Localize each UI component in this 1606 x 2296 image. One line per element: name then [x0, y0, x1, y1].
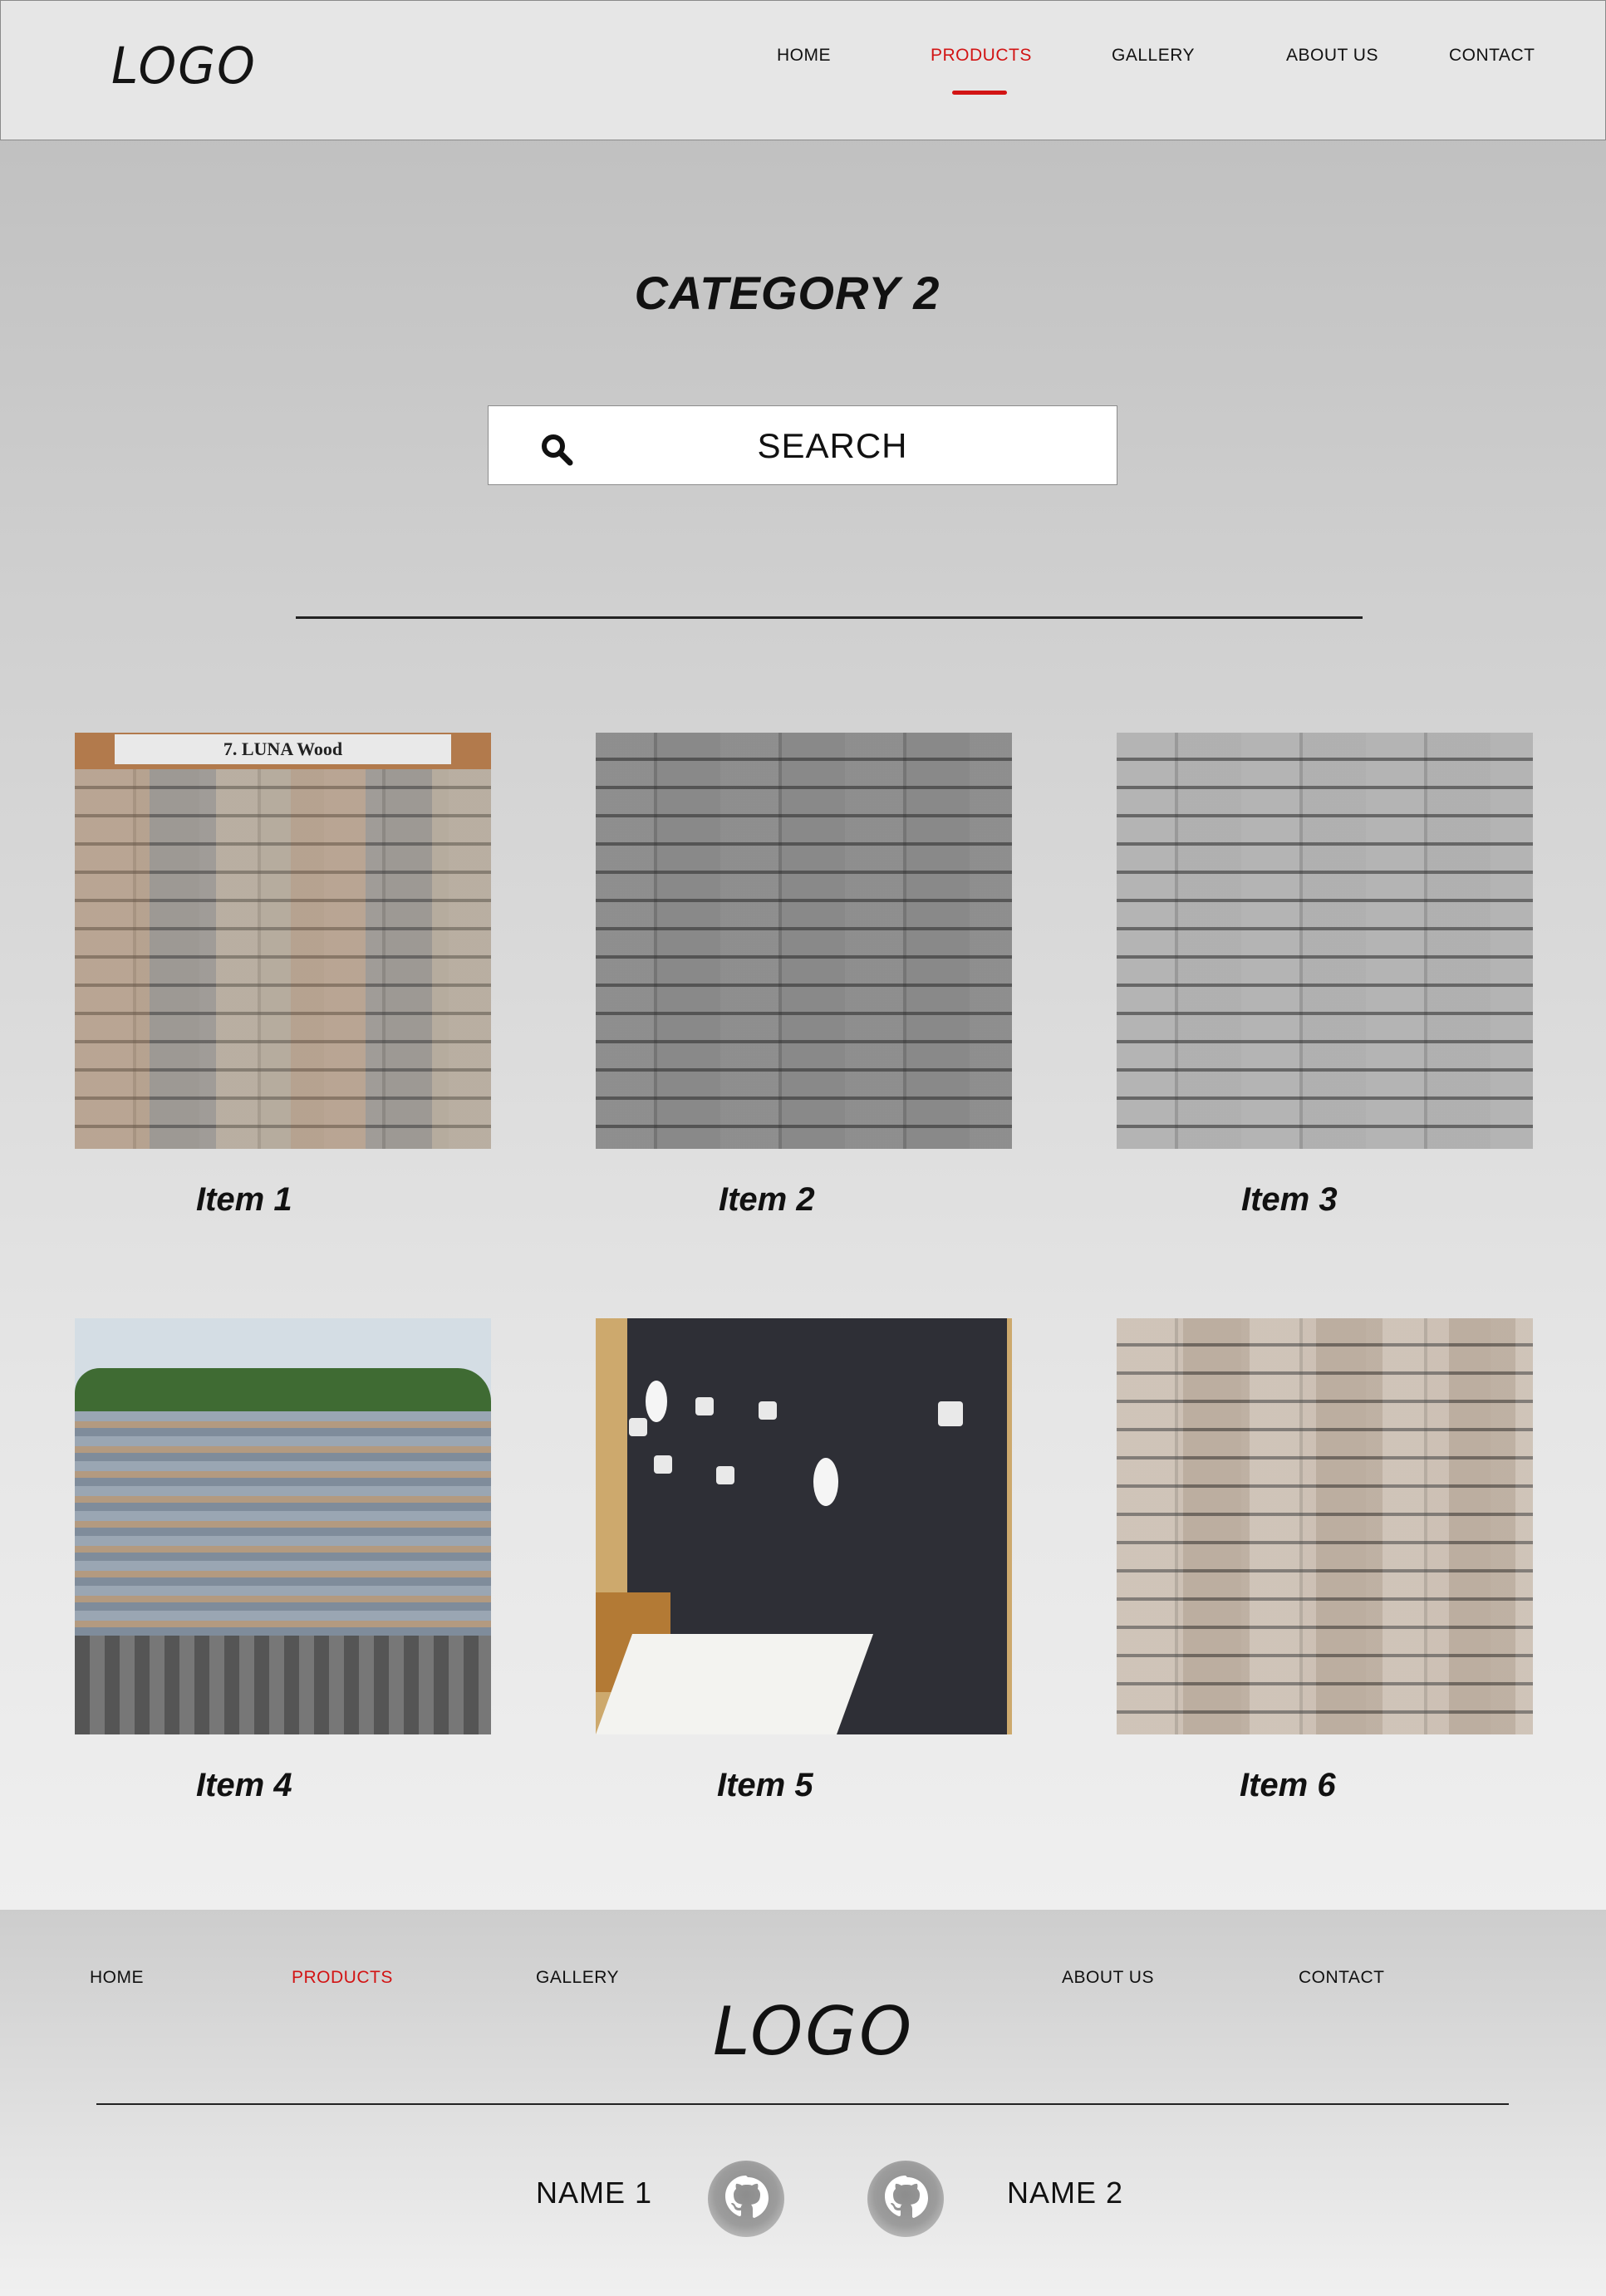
active-nav-indicator — [952, 91, 1007, 95]
github-icon[interactable] — [708, 2161, 784, 2237]
vase-icon — [646, 1381, 667, 1422]
product-name[interactable]: Item 1 — [196, 1181, 292, 1219]
product-name[interactable]: Item 6 — [1240, 1767, 1336, 1804]
image-table — [596, 1634, 874, 1734]
product-card-3[interactable]: Item 3 — [1117, 733, 1533, 1218]
plant-pot-icon — [716, 1466, 734, 1484]
github-glyph — [885, 2176, 928, 2218]
image-wall — [75, 1411, 491, 1636]
product-sign-text: 7. LUNA Wood — [115, 734, 451, 764]
vase-icon — [813, 1458, 838, 1506]
product-name[interactable]: Item 3 — [1241, 1181, 1338, 1219]
nav-about-us[interactable]: ABOUT US — [1286, 46, 1378, 66]
product-card-6[interactable]: Item 6 — [1117, 1318, 1533, 1803]
footer-nav-about-us[interactable]: ABOUT US — [1062, 1968, 1154, 1988]
nav-home[interactable]: HOME — [777, 46, 831, 66]
product-image[interactable] — [75, 1318, 491, 1734]
footer-nav-gallery[interactable]: GALLERY — [536, 1968, 619, 1988]
plant-pot-icon — [654, 1455, 672, 1474]
product-image[interactable] — [596, 1318, 1012, 1734]
header-logo[interactable]: LOGO — [111, 36, 257, 95]
product-image[interactable]: 7. LUNA Wood — [75, 733, 491, 1149]
nav-contact[interactable]: CONTACT — [1449, 46, 1535, 66]
image-hedge — [75, 1368, 491, 1418]
product-image[interactable] — [596, 733, 1012, 1149]
image-floor — [75, 1636, 491, 1734]
product-image[interactable] — [1117, 1318, 1533, 1734]
plant-pot-icon — [629, 1418, 647, 1436]
github-icon[interactable] — [867, 2161, 944, 2237]
member-name-2: NAME 2 — [1007, 2176, 1124, 2210]
plant-pot-icon — [695, 1397, 714, 1415]
plant-pot-icon — [759, 1401, 777, 1420]
footer-logo[interactable]: LOGO — [713, 1993, 914, 2070]
image-wood-edge — [1007, 1318, 1012, 1734]
product-card-4[interactable]: Item 4 — [75, 1318, 491, 1803]
footer-nav-contact[interactable]: CONTACT — [1299, 1968, 1384, 1988]
nav-gallery[interactable]: GALLERY — [1112, 46, 1195, 66]
footer-nav-home[interactable]: HOME — [90, 1968, 144, 1988]
footer-divider — [96, 2103, 1509, 2105]
product-card-5[interactable]: Item 5 — [596, 1318, 1012, 1803]
footer-nav-products[interactable]: PRODUCTS — [292, 1968, 393, 1988]
search-label: SEARCH — [757, 426, 908, 465]
nav-products[interactable]: PRODUCTS — [931, 46, 1032, 66]
product-card-2[interactable]: Item 2 — [596, 733, 1012, 1218]
page-title: CATEGORY 2 — [634, 267, 941, 319]
plant-pot-icon — [938, 1401, 963, 1426]
search-input[interactable]: SEARCH — [488, 405, 1117, 485]
product-name[interactable]: Item 2 — [719, 1181, 815, 1219]
product-name[interactable]: Item 4 — [196, 1767, 292, 1804]
product-card-1[interactable]: 7. LUNA Wood Item 1 — [75, 733, 491, 1218]
site-footer: HOME PRODUCTS GALLERY ABOUT US CONTACT L… — [0, 1910, 1606, 2296]
member-name-1: NAME 1 — [536, 2176, 653, 2210]
product-name[interactable]: Item 5 — [717, 1767, 813, 1804]
site-header: LOGO HOME PRODUCTS GALLERY ABOUT US CONT… — [0, 0, 1606, 140]
section-divider — [296, 616, 1363, 619]
product-sign: 7. LUNA Wood — [75, 733, 491, 769]
github-glyph — [725, 2176, 769, 2218]
product-image[interactable] — [1117, 733, 1533, 1149]
